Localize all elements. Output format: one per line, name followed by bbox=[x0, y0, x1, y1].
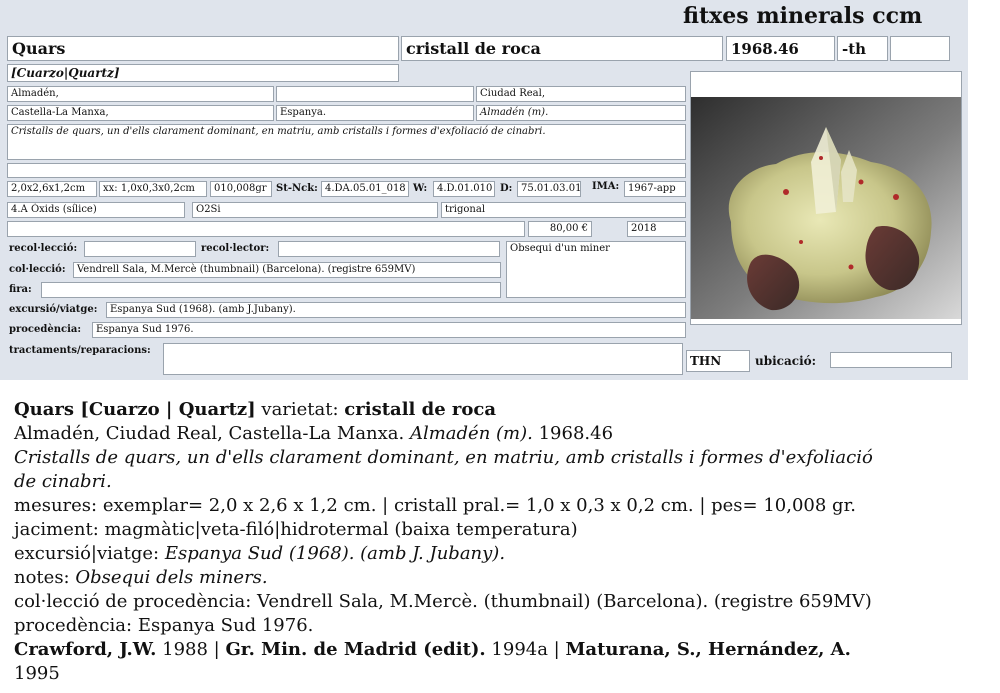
summary-description-1: Cristalls de quars, un d'ells clarament … bbox=[14, 447, 873, 468]
summary-notes-label: notes: bbox=[14, 567, 76, 588]
size-field[interactable]: 2,0x2,6x1,2cm bbox=[7, 181, 97, 197]
reference-year-3: 1995 bbox=[14, 663, 60, 684]
summary-variety: cristall de roca bbox=[344, 399, 497, 420]
excursion-label: excursió/viatge: bbox=[9, 304, 98, 315]
quartz-specimen-image bbox=[691, 72, 961, 319]
reference-author-3: Maturana, S., Hernández, A. bbox=[565, 639, 851, 660]
summary-provenance: procedència: Espanya Sud 1976. bbox=[14, 615, 314, 636]
formula-field[interactable]: O2Si bbox=[192, 202, 438, 218]
summary-references: Crawford, J.W. 1988 | Gr. Min. de Madrid… bbox=[14, 638, 989, 662]
summary-line-2: Almadén, Ciudad Real, Castella-La Manxa.… bbox=[14, 422, 989, 446]
summary-locality: Almadén, Ciudad Real, Castella-La Manxa. bbox=[14, 423, 410, 444]
w-field[interactable]: 4.D.01.010 bbox=[433, 181, 495, 197]
summary-measures: mesures: exemplar= 2,0 x 2,6 x 1,2 cm. |… bbox=[14, 495, 856, 516]
summary-excursion-label: excursió|viatge: bbox=[14, 543, 165, 564]
year-field[interactable]: 2018 bbox=[627, 221, 686, 237]
location-label: ubicació: bbox=[755, 354, 817, 368]
summary-text: Quars [Cuarzo | Quartz] varietat: crista… bbox=[14, 398, 989, 686]
system-field[interactable]: trigonal bbox=[441, 202, 686, 218]
price-blank-field[interactable] bbox=[7, 221, 525, 237]
w-label: W: bbox=[413, 183, 428, 194]
summary-name: Quars [Cuarzo | Quartz] bbox=[14, 399, 256, 420]
mineral-name-field[interactable]: Quars bbox=[7, 36, 399, 61]
variety-field[interactable]: cristall de roca bbox=[401, 36, 723, 61]
dana-field[interactable]: 75.01.03.01 bbox=[517, 181, 581, 197]
weight-field[interactable]: 010,008gr bbox=[210, 181, 272, 197]
treatments-field[interactable] bbox=[163, 343, 683, 375]
thn-field[interactable]: THN bbox=[686, 350, 750, 372]
summary-notes-value: Obsequi dels miners. bbox=[75, 567, 268, 588]
mine-field[interactable]: Almadén (m). bbox=[476, 105, 686, 121]
reference-year-2: 1994a | bbox=[485, 639, 566, 660]
summary-mine: Almadén (m). bbox=[409, 423, 533, 444]
description-field[interactable]: Cristalls de quars, un d'ells clarament … bbox=[7, 124, 686, 160]
provenance-label: procedència: bbox=[9, 324, 82, 335]
locality-field-1[interactable]: Almadén, bbox=[7, 86, 274, 102]
card-title: fitxes minerals ccm bbox=[683, 3, 923, 29]
summary-notes: notes: Obsequi dels miners. bbox=[14, 566, 989, 590]
dana-label: D: bbox=[500, 183, 513, 194]
class-field[interactable]: 4.A Òxids (sílice) bbox=[7, 202, 185, 218]
locality-field-2[interactable] bbox=[276, 86, 474, 102]
region-field[interactable]: Castella-La Manxa, bbox=[7, 105, 274, 121]
ima-label: IMA: bbox=[592, 181, 620, 192]
collector-label: recol·lector: bbox=[201, 243, 270, 254]
extra-field[interactable] bbox=[890, 36, 950, 61]
summary-excursion-value: Espanya Sud (1968). (amb J. Jubany). bbox=[164, 543, 506, 564]
catalog-number-field[interactable]: 1968.46 bbox=[726, 36, 835, 61]
mineral-card: fitxes minerals ccm Quars cristall de ro… bbox=[0, 0, 968, 380]
summary-description-2: de cinabri. bbox=[14, 471, 112, 492]
collector-field[interactable] bbox=[278, 241, 500, 257]
fair-label: fira: bbox=[9, 284, 32, 295]
summary-excursion: excursió|viatge: Espanya Sud (1968). (am… bbox=[14, 542, 989, 566]
location-field[interactable] bbox=[830, 352, 952, 368]
locality-field-3[interactable]: Ciudad Real, bbox=[476, 86, 686, 102]
synonyms-field[interactable]: [Cuarzo|Quartz] bbox=[7, 64, 399, 82]
notes-field[interactable]: Obsequi d'un miner bbox=[506, 241, 686, 298]
summary-line-1: Quars [Cuarzo | Quartz] varietat: crista… bbox=[14, 398, 989, 422]
collection-label: col·lecció: bbox=[9, 264, 66, 275]
ima-field[interactable]: 1967-app bbox=[624, 181, 686, 197]
country-field[interactable]: Espanya. bbox=[276, 105, 474, 121]
price-field[interactable]: 80,00 € bbox=[528, 221, 592, 237]
summary-collection: col·lecció de procedència: Vendrell Sala… bbox=[14, 591, 872, 612]
crystal-size-field[interactable]: xx: 1,0x0,3x0,2cm bbox=[99, 181, 207, 197]
strunz-label: St-Nck: bbox=[276, 183, 318, 194]
excursion-field[interactable]: Espanya Sud (1968). (amb J.Jubany). bbox=[106, 302, 686, 318]
reference-author-1: Crawford, J.W. bbox=[14, 639, 157, 660]
recollection-label: recol·lecció: bbox=[9, 243, 78, 254]
summary-number: 1968.46 bbox=[532, 423, 614, 444]
specimen-photo bbox=[690, 71, 962, 325]
fair-field[interactable] bbox=[41, 282, 501, 298]
reference-year-1: 1988 | bbox=[156, 639, 226, 660]
collection-field[interactable]: Vendrell Sala, M.Mercè (thumbnail) (Barc… bbox=[73, 262, 501, 278]
summary-variety-label: varietat: bbox=[255, 399, 345, 420]
treatments-label: tractaments/reparacions: bbox=[9, 345, 151, 356]
provenance-field[interactable]: Espanya Sud 1976. bbox=[92, 322, 686, 338]
suffix-field[interactable]: -th bbox=[837, 36, 888, 61]
reference-author-2: Gr. Min. de Madrid (edit). bbox=[225, 639, 486, 660]
summary-deposit: jaciment: magmàtic|veta-filó|hidrotermal… bbox=[14, 519, 578, 540]
recollection-field[interactable] bbox=[84, 241, 196, 257]
blank-row-field[interactable] bbox=[7, 163, 686, 178]
strunz-field[interactable]: 4.DA.05.01_018 bbox=[321, 181, 409, 197]
